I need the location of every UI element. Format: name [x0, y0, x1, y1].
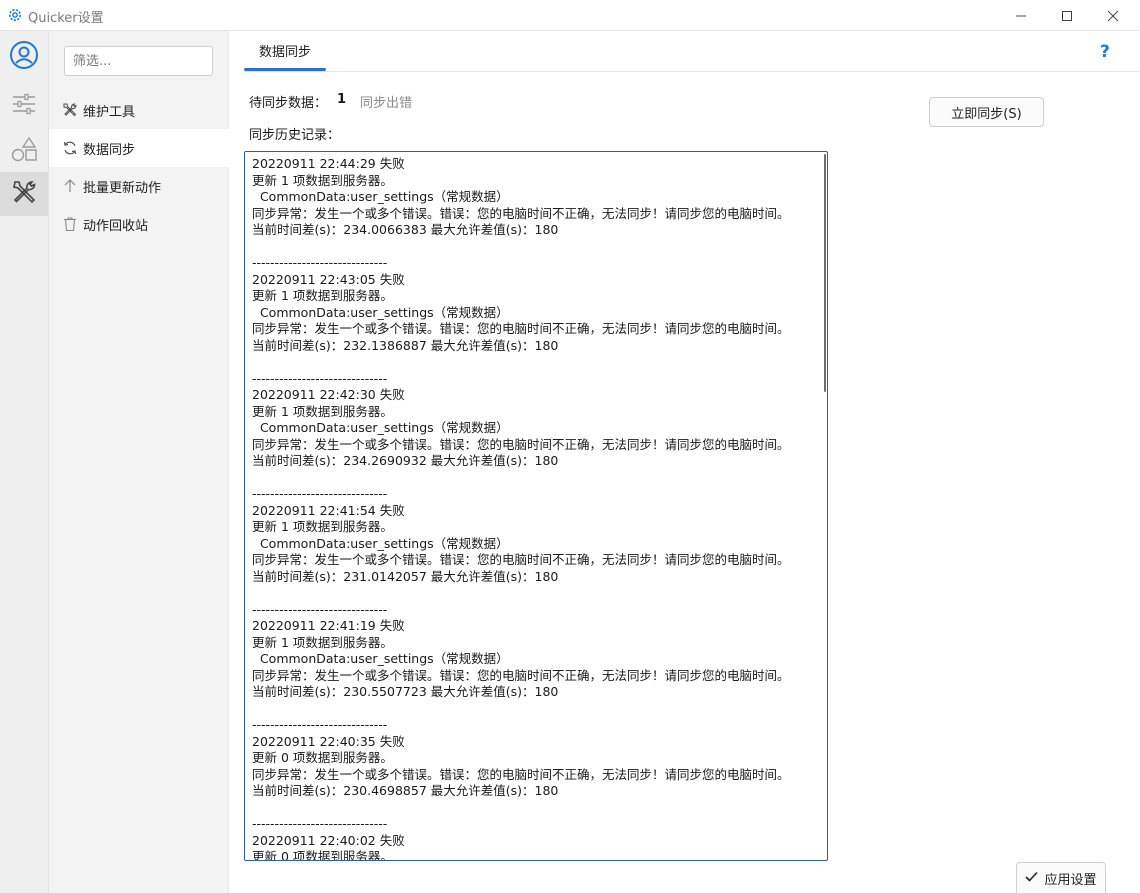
log-line: 同步异常：发生一个或多个错误。错误：您的电脑时间不正确，无法同步！请同步您的电脑…	[252, 667, 790, 683]
log-line: 更新 1 项数据到服务器。	[252, 288, 393, 303]
log-line: 20220911 22:41:19 失败	[252, 618, 405, 633]
log-line: 20220911 22:43:05 失败	[252, 271, 405, 287]
sliders-icon	[11, 92, 37, 120]
history-label: 同步历史记录：	[249, 128, 341, 143]
log-line: 20220911 22:40:35 失败	[252, 733, 405, 749]
checkmark-icon	[1025, 871, 1039, 886]
pending-label: 待同步数据：	[249, 96, 328, 111]
title-bar: Quicker设置	[0, 0, 1140, 31]
nav-item-label: 数据同步	[83, 142, 136, 158]
log-line: CommonData:user_settings（常规数据）	[252, 189, 509, 204]
log-line: 更新 1 项数据到服务器。	[252, 172, 393, 188]
sync-history-text: 20220911 22:44:29 失败 更新 1 项数据到服务器。 Common…	[252, 156, 817, 861]
pending-count: 1	[337, 92, 347, 107]
rail-tools[interactable]	[0, 172, 48, 216]
icon-rail	[0, 31, 49, 893]
sync-history-textarea[interactable]: 20220911 22:44:29 失败 更新 1 项数据到服务器。 Common…	[244, 151, 828, 861]
rail-shapes[interactable]	[0, 129, 48, 173]
log-line: 更新 0 项数据到服务器。	[252, 750, 393, 765]
nav-item-label: 批量更新动作	[83, 180, 162, 196]
log-line: CommonData:user_settings（常规数据）	[252, 651, 509, 666]
sync-icon	[61, 139, 79, 157]
log-line: 更新 1 项数据到服务器。	[252, 519, 393, 534]
log-line: ------------------------------	[252, 717, 388, 732]
nav-item-maintenance-tools[interactable]: 维护工具	[49, 91, 229, 129]
log-line: 同步异常：发生一个或多个错误。错误：您的电脑时间不正确，无法同步！请同步您的电脑…	[252, 552, 790, 567]
maximize-button[interactable]	[1044, 0, 1090, 31]
log-line: CommonData:user_settings（常规数据）	[252, 420, 509, 435]
minimize-button[interactable]	[998, 0, 1044, 31]
log-line: 同步异常：发生一个或多个错误。错误：您的电脑时间不正确，无法同步！请同步您的电脑…	[252, 321, 790, 336]
log-line: 当前时间差(s)：232.1386887 最大允许差值(s)：180	[252, 337, 559, 353]
rail-user[interactable]	[0, 35, 48, 79]
nav-item-recycle-bin[interactable]: 动作回收站	[49, 205, 229, 243]
trash-icon	[61, 215, 79, 233]
nav-panel: 维护工具 数据同步 批量更新动作 动作回收站	[49, 31, 229, 893]
close-button[interactable]	[1090, 0, 1136, 31]
log-line: 同步异常：发生一个或多个错误。错误：您的电脑时间不正确，无法同步！请同步您的电脑…	[252, 436, 790, 452]
log-line: 更新 0 项数据到服务器。	[252, 849, 393, 861]
tools-icon	[61, 101, 79, 119]
window-title: Quicker设置	[28, 11, 104, 26]
nav-item-label: 动作回收站	[83, 218, 149, 234]
sync-now-button[interactable]: 立即同步(S)	[929, 97, 1044, 127]
tools-icon	[10, 178, 38, 210]
log-line: ------------------------------	[252, 370, 388, 386]
log-line: 当前时间差(s)：231.0142057 最大允许差值(s)：180	[252, 568, 559, 584]
user-icon	[9, 40, 39, 74]
nav-item-data-sync[interactable]: 数据同步	[49, 129, 229, 167]
tab-divider	[244, 71, 1140, 72]
log-line: 当前时间差(s)：230.4698857 最大允许差值(s)：180	[252, 783, 559, 798]
log-line: ------------------------------	[252, 816, 388, 831]
arrow-up-icon	[61, 177, 79, 195]
log-line: 当前时间差(s)：230.5507723 最大允许差值(s)：180	[252, 684, 559, 699]
log-line: 更新 1 项数据到服务器。	[252, 403, 393, 419]
apply-settings-button[interactable]: 应用设置	[1016, 862, 1106, 893]
log-line: 20220911 22:44:29 失败	[252, 156, 405, 171]
log-line: CommonData:user_settings（常规数据）	[252, 304, 509, 320]
log-line: 当前时间差(s)：234.0066383 最大允许差值(s)：180	[252, 222, 559, 237]
pending-error-link[interactable]: 同步出错	[360, 92, 412, 111]
log-line: 同步异常：发生一个或多个错误。错误：您的电脑时间不正确，无法同步！请同步您的电脑…	[252, 205, 790, 221]
nav-item-batch-update[interactable]: 批量更新动作	[49, 167, 229, 205]
nav-item-label: 维护工具	[83, 104, 136, 120]
log-line: ------------------------------	[252, 601, 388, 617]
log-line: 当前时间差(s)：234.2690932 最大允许差值(s)：180	[252, 453, 559, 468]
apply-settings-label: 应用设置	[1044, 872, 1097, 888]
log-line: ------------------------------	[252, 255, 388, 270]
log-line: 更新 1 项数据到服务器。	[252, 634, 393, 650]
help-icon[interactable]: ?	[1100, 42, 1110, 62]
log-line: 20220911 22:42:30 失败	[252, 387, 405, 402]
gear-icon	[7, 7, 23, 23]
log-scrollbar[interactable]	[824, 154, 826, 392]
log-line: 20220911 22:40:02 失败	[252, 832, 405, 848]
log-line: ------------------------------	[252, 486, 388, 501]
log-line: 20220911 22:41:54 失败	[252, 502, 405, 518]
rail-settings[interactable]	[0, 84, 48, 128]
filter-input[interactable]	[64, 46, 213, 76]
log-line: CommonData:user_settings（常规数据）	[252, 535, 509, 551]
log-line: 同步异常：发生一个或多个错误。错误：您的电脑时间不正确，无法同步！请同步您的电脑…	[252, 766, 790, 782]
shapes-icon	[10, 135, 38, 167]
tab-data-sync[interactable]: 数据同步	[244, 39, 326, 71]
